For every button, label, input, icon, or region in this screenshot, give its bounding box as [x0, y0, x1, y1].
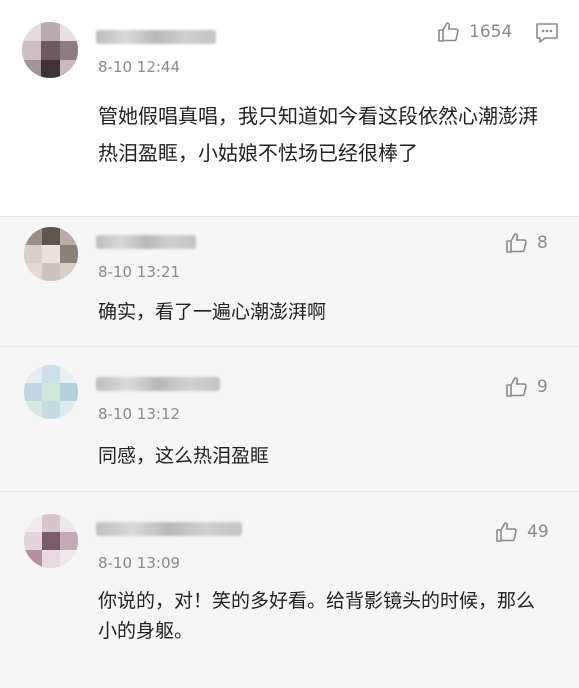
main-comment: 8-10 12:44 1654 管她假唱真唱，我只知道如今看这段依然心潮澎湃热泪…: [0, 0, 579, 216]
reply-comment: 8-10 13:09 49 你说的，对！笑的多好看。给背影镜头的时候，那么小的身…: [0, 491, 579, 688]
like-button[interactable]: 49: [495, 520, 549, 544]
username-blurred[interactable]: [96, 377, 220, 391]
message-icon[interactable]: [535, 22, 559, 44]
comment-text: 确实，看了一遍心潮澎湃啊: [98, 301, 327, 323]
username-blurred[interactable]: [96, 522, 242, 536]
comment-text: 同感，这么热泪盈眶: [98, 445, 270, 467]
avatar[interactable]: [24, 514, 78, 568]
reply-comment: 8-10 13:12 9 同感，这么热泪盈眶: [0, 346, 579, 492]
avatar[interactable]: [24, 365, 78, 419]
comment-time: 8-10 13:09: [98, 554, 181, 572]
comment-time: 8-10 13:21: [98, 263, 181, 281]
like-count: 8: [537, 233, 548, 253]
thumbs-up-icon: [438, 22, 459, 42]
like-button[interactable]: 8: [505, 231, 548, 255]
comment-time: 8-10 12:44: [98, 58, 181, 76]
like-count: 1654: [469, 22, 513, 42]
reply-comment: 8-10 13:21 8 确实，看了一遍心潮澎湃啊: [0, 216, 579, 347]
thumbs-up-icon: [506, 233, 527, 253]
like-button[interactable]: 1654: [437, 20, 512, 44]
like-button[interactable]: 9: [505, 375, 548, 399]
comment-text: 管她假唱真唱，我只知道如今看这段依然心潮澎湃热泪盈眶，小姑娘不怯场已经很棒了: [98, 104, 538, 165]
comment-text: 你说的，对！笑的多好看。给背影镜头的时候，那么小的身躯。: [98, 590, 536, 642]
thumbs-up-icon: [496, 522, 517, 542]
avatar[interactable]: [22, 22, 78, 78]
like-count: 9: [537, 377, 548, 397]
thumbs-up-icon: [506, 377, 527, 397]
like-count: 49: [527, 522, 549, 542]
comment-time: 8-10 13:12: [98, 405, 181, 423]
username-blurred[interactable]: [96, 235, 196, 249]
avatar[interactable]: [24, 227, 78, 281]
username-blurred[interactable]: [96, 30, 216, 44]
